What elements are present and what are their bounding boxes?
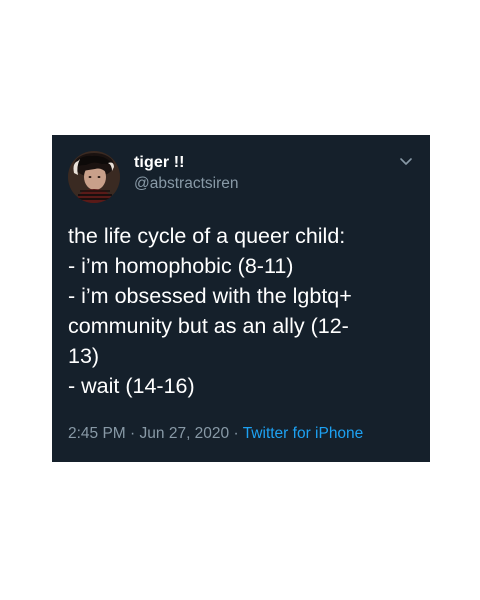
tweet-date[interactable]: Jun 27, 2020	[140, 425, 230, 442]
tweet-line: the life cycle of a queer child:	[68, 224, 346, 248]
tweet-source-link[interactable]: Twitter for iPhone	[243, 425, 364, 442]
meta-separator: ·	[130, 425, 136, 442]
profile-photo-icon	[68, 151, 120, 203]
tweet-metadata: 2:45 PM · Jun 27, 2020 · Twitter for iPh…	[68, 425, 363, 443]
display-name[interactable]: tiger !!	[134, 154, 185, 172]
tweet-text: the life cycle of a queer child: - i’m h…	[68, 221, 414, 401]
tweet-time[interactable]: 2:45 PM	[68, 425, 126, 442]
meta-separator: ·	[233, 425, 239, 442]
tweet-line: - i’m homophobic (8-11)	[68, 254, 294, 278]
tweet-line: - wait (14-16)	[68, 374, 195, 398]
user-handle[interactable]: @abstractsiren	[134, 175, 238, 193]
tweet-line: 13)	[68, 344, 100, 368]
avatar[interactable]	[68, 151, 120, 203]
chevron-down-icon[interactable]	[398, 153, 414, 169]
tweet-line: community but as an ally (12-	[68, 314, 349, 338]
tweet-line: - i’m obsessed with the lgbtq+	[68, 284, 352, 308]
tweet-card[interactable]: tiger !! @abstractsiren the life cycle o…	[52, 135, 430, 462]
